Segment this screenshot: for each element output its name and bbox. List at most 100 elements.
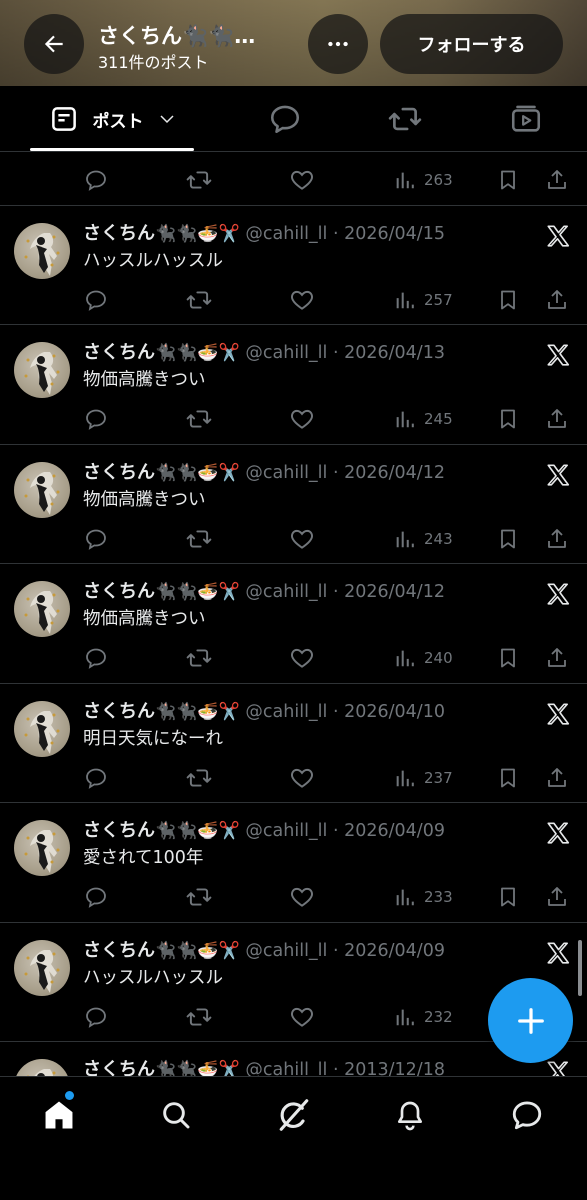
avatar[interactable] — [14, 939, 70, 996]
like-button[interactable] — [289, 764, 315, 792]
reply-button[interactable] — [84, 525, 108, 553]
bookmark-button[interactable] — [496, 644, 520, 672]
share-button[interactable] — [545, 405, 569, 433]
repost-button[interactable] — [186, 1003, 212, 1031]
home-notification-dot — [65, 1091, 74, 1100]
post-item[interactable]: さくちん🐈‍⬛🐈‍⬛🍜✂️ @cahill_ll · 2026/04/12 物価… — [0, 564, 587, 684]
like-button[interactable] — [289, 1003, 315, 1031]
repost-button[interactable] — [186, 764, 212, 792]
reply-button[interactable] — [84, 405, 108, 433]
author-name[interactable]: さくちん — [83, 820, 155, 841]
repost-button[interactable] — [186, 166, 212, 194]
author-name[interactable]: さくちん — [83, 462, 155, 483]
views-count: 232 — [424, 1007, 453, 1026]
author-handle-date: @cahill_ll · 2013/12/18 — [245, 1060, 445, 1076]
views-button[interactable]: 233 — [394, 883, 453, 911]
avatar-image — [24, 471, 60, 515]
reply-button[interactable] — [84, 883, 108, 911]
back-button[interactable] — [24, 14, 84, 74]
share-button[interactable] — [545, 883, 569, 911]
bookmark-button[interactable] — [496, 166, 520, 194]
views-button[interactable]: 243 — [394, 525, 453, 553]
reply-button[interactable] — [84, 1003, 108, 1031]
bookmark-button[interactable] — [496, 286, 520, 314]
like-button[interactable] — [289, 286, 315, 314]
avatar[interactable] — [14, 222, 70, 279]
x-logo-icon[interactable] — [545, 1059, 571, 1076]
x-logo-icon[interactable] — [545, 820, 571, 846]
views-button[interactable]: 263 — [394, 166, 453, 194]
repost-button[interactable] — [186, 883, 212, 911]
reply-button[interactable] — [84, 166, 108, 194]
views-button[interactable]: 257 — [394, 286, 453, 314]
nav-messages[interactable] — [507, 1095, 547, 1135]
x-logo-icon[interactable] — [545, 701, 571, 727]
avatar-image — [24, 949, 60, 993]
repost-button[interactable] — [186, 405, 212, 433]
avatar[interactable] — [14, 700, 70, 757]
like-button[interactable] — [289, 644, 315, 672]
chart-icon — [396, 889, 414, 906]
post-text: ハッスルハッスル — [83, 250, 223, 271]
author-name[interactable]: さくちん — [83, 701, 155, 722]
x-logo-icon[interactable] — [545, 223, 571, 249]
reply-icon — [86, 409, 106, 430]
follow-button[interactable]: フォローする — [380, 14, 563, 74]
x-logo-icon[interactable] — [545, 342, 571, 368]
nav-search[interactable] — [156, 1095, 196, 1135]
views-button[interactable]: 232 — [394, 1003, 453, 1031]
post-item[interactable]: 263 — [0, 152, 587, 206]
tab-media[interactable] — [496, 86, 556, 152]
avatar[interactable] — [14, 1059, 70, 1076]
x-logo-icon[interactable] — [545, 462, 571, 488]
avatar[interactable] — [14, 581, 70, 637]
views-button[interactable]: 245 — [394, 405, 453, 433]
bookmark-button[interactable] — [496, 764, 520, 792]
views-button[interactable]: 237 — [394, 764, 453, 792]
nav-home[interactable] — [39, 1095, 79, 1135]
avatar[interactable] — [14, 342, 70, 398]
bookmark-button[interactable] — [496, 405, 520, 433]
tab-replies[interactable] — [255, 86, 315, 152]
reply-button[interactable] — [84, 286, 108, 314]
tab-posts[interactable]: ポスト — [30, 86, 194, 152]
like-button[interactable] — [289, 525, 315, 553]
post-item[interactable]: さくちん🐈‍⬛🐈‍⬛🍜✂️ @cahill_ll · 2026/04/15 ハッ… — [0, 206, 587, 325]
scrollbar[interactable] — [578, 940, 582, 996]
reply-button[interactable] — [84, 764, 108, 792]
post-item[interactable]: さくちん🐈‍⬛🐈‍⬛🍜✂️ @cahill_ll · 2026/04/10 明日… — [0, 684, 587, 803]
more-button[interactable] — [308, 14, 368, 74]
author-name[interactable]: さくちん — [83, 342, 155, 363]
author-name[interactable]: さくちん — [83, 940, 155, 961]
post-item[interactable]: さくちん🐈‍⬛🐈‍⬛🍜✂️ @cahill_ll · 2026/04/09 愛さ… — [0, 803, 587, 923]
nav-grok[interactable] — [274, 1095, 314, 1135]
avatar[interactable] — [14, 820, 70, 876]
avatar[interactable] — [14, 461, 70, 518]
x-logo-icon[interactable] — [545, 581, 571, 607]
profile-tabs: ポスト — [0, 86, 587, 152]
bookmark-button[interactable] — [496, 525, 520, 553]
views-button[interactable]: 240 — [394, 644, 453, 672]
bookmark-button[interactable] — [496, 883, 520, 911]
post-item[interactable]: さくちん🐈‍⬛🐈‍⬛🍜✂️ @cahill_ll · 2026/04/12 物価… — [0, 445, 587, 564]
like-button[interactable] — [289, 883, 315, 911]
author-name[interactable]: さくちん — [83, 223, 155, 244]
author-name[interactable]: さくちん — [83, 581, 155, 602]
like-button[interactable] — [289, 405, 315, 433]
post-item[interactable]: さくちん🐈‍⬛🐈‍⬛🍜✂️ @cahill_ll · 2026/04/13 物価… — [0, 325, 587, 445]
compose-button[interactable] — [488, 978, 573, 1063]
repost-button[interactable] — [186, 286, 212, 314]
nav-notifications[interactable] — [390, 1095, 430, 1135]
author-name[interactable]: さくちん — [83, 1059, 155, 1076]
share-button[interactable] — [545, 764, 569, 792]
like-button[interactable] — [289, 166, 315, 194]
share-button[interactable] — [545, 166, 569, 194]
repost-button[interactable] — [186, 525, 212, 553]
tab-retweets[interactable] — [375, 86, 435, 152]
x-logo-icon[interactable] — [545, 940, 571, 966]
share-button[interactable] — [545, 525, 569, 553]
reply-button[interactable] — [84, 644, 108, 672]
repost-button[interactable] — [186, 644, 212, 672]
share-button[interactable] — [545, 644, 569, 672]
share-button[interactable] — [545, 286, 569, 314]
